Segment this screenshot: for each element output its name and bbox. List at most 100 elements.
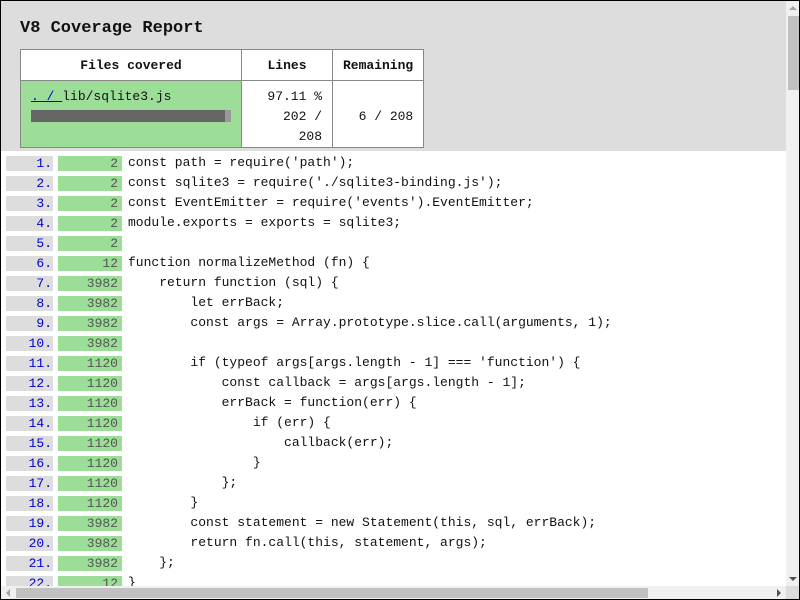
source-code-text: return function (sql) { xyxy=(128,275,339,290)
horizontal-scrollbar[interactable] xyxy=(1,586,786,599)
code-line-row: 6. 12 function normalizeMethod (fn) { xyxy=(1,253,786,273)
line-number[interactable]: 20. xyxy=(6,535,53,551)
line-number[interactable]: 17. xyxy=(6,475,53,491)
source-code-listing: 1. 2 const path = require('path'); 2. 2 const… xyxy=(1,151,786,586)
hit-count: 12 xyxy=(58,255,122,271)
line-number[interactable]: 10. xyxy=(6,335,53,351)
line-number[interactable]: 4. xyxy=(6,215,53,231)
source-code-text: }; xyxy=(128,475,238,490)
code-line-row: 14. 1120 if (err) { xyxy=(1,413,786,433)
line-number[interactable]: 16. xyxy=(6,455,53,471)
page-viewport: V8 Coverage Report Files covered Lines R… xyxy=(1,1,786,586)
source-code-text: const callback = args[args.length - 1]; xyxy=(128,375,526,390)
hit-count: 1120 xyxy=(58,395,122,411)
source-code-text: } xyxy=(128,575,136,586)
source-code-text: const sqlite3 = require('./sqlite3-bindi… xyxy=(128,175,503,190)
code-line-row: 13. 1120 errBack = function(err) { xyxy=(1,393,786,413)
code-line-row: 3. 2 const EventEmitter = require('events'… xyxy=(1,193,786,213)
code-line-row: 22. 12} xyxy=(1,573,786,586)
source-code-text: const args = Array.prototype.slice.call(… xyxy=(128,315,612,330)
code-line-row: 4. 2 module.exports = exports = sqlite3; xyxy=(1,213,786,233)
hit-count: 3982 xyxy=(58,555,122,571)
code-line-row: 11. 1120 if (typeof args[args.length - 1]… xyxy=(1,353,786,373)
vertical-scroll-thumb[interactable] xyxy=(788,16,799,90)
lines-cell: 97.11 % 202 / 208 xyxy=(241,80,333,148)
hit-count: 3982 xyxy=(58,535,122,551)
summary-header-row: Files covered Lines Remaining xyxy=(20,49,425,81)
source-code-text: function normalizeMethod (fn) { xyxy=(128,255,370,270)
parent-directory-link[interactable]: . / xyxy=(31,89,62,104)
remaining-cell: 6 / 208 xyxy=(331,80,425,148)
code-line-row: 16. 1120 } xyxy=(1,453,786,473)
file-cell: . / lib/sqlite3.js xyxy=(20,80,242,148)
source-code-text: }; xyxy=(128,555,175,570)
line-number[interactable]: 3. xyxy=(6,195,53,211)
hit-count: 12 xyxy=(58,575,122,586)
line-number[interactable]: 22. xyxy=(6,575,53,586)
source-code-text: if (typeof args[args.length - 1] === 'fu… xyxy=(128,355,581,370)
code-line-row: 12. 1120 const callback = args[args.lengt… xyxy=(1,373,786,393)
horizontal-scroll-thumb[interactable] xyxy=(16,588,648,598)
code-line-row: 19. 3982 const statement = new Statement(… xyxy=(1,513,786,533)
line-number[interactable]: 14. xyxy=(6,415,53,431)
line-number[interactable]: 12. xyxy=(6,375,53,391)
line-number[interactable]: 8. xyxy=(6,295,53,311)
column-header-lines: Lines xyxy=(241,49,333,81)
hit-count: 2 xyxy=(58,195,122,211)
source-code-text: const EventEmitter = require('events').E… xyxy=(128,195,534,210)
scroll-down-arrow-icon[interactable] xyxy=(789,577,797,581)
hit-count: 1120 xyxy=(58,455,122,471)
source-code-text: errBack = function(err) { xyxy=(128,395,417,410)
hit-count: 1120 xyxy=(58,435,122,451)
line-number[interactable]: 13. xyxy=(6,395,53,411)
code-line-row: 5. 2 xyxy=(1,233,786,253)
code-line-row: 7. 3982 return function (sql) { xyxy=(1,273,786,293)
remaining-lines-count: 6 / 208 xyxy=(358,109,414,124)
code-line-row: 17. 1120 }; xyxy=(1,473,786,493)
vertical-scrollbar[interactable] xyxy=(786,1,799,586)
line-number[interactable]: 5. xyxy=(6,235,53,251)
browser-frame: V8 Coverage Report Files covered Lines R… xyxy=(0,0,800,600)
code-line-row: 9. 3982 const args = Array.prototype.slic… xyxy=(1,313,786,333)
source-code-text: module.exports = exports = sqlite3; xyxy=(128,215,402,230)
hit-count: 3982 xyxy=(58,275,122,291)
scroll-left-arrow-icon[interactable] xyxy=(6,589,10,597)
scroll-up-arrow-icon[interactable] xyxy=(789,6,797,10)
hit-count: 1120 xyxy=(58,355,122,371)
source-code-text: } xyxy=(128,495,199,510)
coverage-percent: 97.11 % xyxy=(267,89,322,104)
file-name: lib/sqlite3.js xyxy=(62,89,172,104)
line-number[interactable]: 19. xyxy=(6,515,53,531)
hit-count: 1120 xyxy=(58,495,122,511)
line-number[interactable]: 9. xyxy=(6,315,53,331)
source-code-text: return fn.call(this, statement, args); xyxy=(128,535,487,550)
hit-count: 2 xyxy=(58,215,122,231)
scroll-right-arrow-icon[interactable] xyxy=(777,589,781,597)
line-number[interactable]: 15. xyxy=(6,435,53,451)
source-code-text: const path = require('path'); xyxy=(128,155,355,170)
line-number[interactable]: 18. xyxy=(6,495,53,511)
code-line-row: 18. 1120 } xyxy=(1,493,786,513)
code-line-row: 10. 3982 xyxy=(1,333,786,353)
hit-count: 2 xyxy=(58,175,122,191)
column-header-files: Files covered xyxy=(20,49,242,81)
line-number[interactable]: 21. xyxy=(6,555,53,571)
source-code-text: const statement = new Statement(this, sq… xyxy=(128,515,597,530)
line-number[interactable]: 11. xyxy=(6,355,53,371)
source-code-text: } xyxy=(128,455,261,470)
line-number[interactable]: 6. xyxy=(6,255,53,271)
page-title: V8 Coverage Report xyxy=(20,19,204,38)
coverage-summary-table: Files covered Lines Remaining . / lib/sq… xyxy=(20,49,425,148)
line-number[interactable]: 1. xyxy=(6,155,53,171)
hit-count: 3982 xyxy=(58,295,122,311)
hit-count: 2 xyxy=(58,155,122,171)
line-number[interactable]: 2. xyxy=(6,175,53,191)
code-line-row: 8. 3982 let errBack; xyxy=(1,293,786,313)
summary-file-row: . / lib/sqlite3.js 97.11 % 202 / 208 6 /… xyxy=(20,80,425,148)
line-number[interactable]: 7. xyxy=(6,275,53,291)
hit-count: 3982 xyxy=(58,515,122,531)
column-header-remaining: Remaining xyxy=(331,49,425,81)
code-line-row: 21. 3982 }; xyxy=(1,553,786,573)
hit-count: 3982 xyxy=(58,335,122,351)
scrollbar-corner xyxy=(786,586,799,599)
